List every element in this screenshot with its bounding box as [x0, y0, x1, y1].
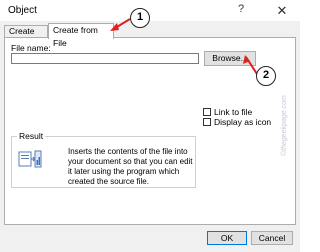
close-icon[interactable]: ✕ — [272, 2, 292, 20]
tab-create-from-file[interactable]: Create from File — [48, 23, 114, 48]
result-description: Inserts the contents of the file into yo… — [68, 147, 193, 186]
result-group: Result Inserts the contents of the file … — [11, 131, 196, 188]
browse-button[interactable]: Browse... — [204, 51, 256, 66]
insert-file-icon — [18, 150, 42, 168]
watermark: ©thegeekpage.com — [281, 95, 288, 156]
ok-button[interactable]: OK — [207, 231, 247, 245]
help-icon[interactable]: ? — [238, 3, 244, 15]
display-as-icon-checkbox[interactable]: Display as icon — [203, 118, 271, 128]
file-name-label: File name: — [11, 43, 51, 53]
tab-create-new[interactable]: Create New — [4, 25, 48, 47]
title-bar: Object ? ✕ — [0, 0, 300, 22]
step-1-badge: 1 — [130, 8, 150, 28]
checkbox-box[interactable] — [203, 108, 211, 116]
file-name-input[interactable] — [11, 53, 199, 64]
cancel-button[interactable]: Cancel — [251, 231, 293, 245]
window-title: Object — [8, 5, 37, 16]
checkbox-box[interactable] — [203, 118, 211, 126]
result-label: Result — [17, 131, 46, 141]
display-as-icon-label: Display as icon — [214, 117, 272, 127]
step-2-badge: 2 — [256, 66, 276, 86]
tab-panel: File name: Browse... Link to file Displa… — [4, 37, 296, 225]
link-to-file-label: Link to file — [214, 107, 253, 117]
dialog-body: Create New Create from File File name: B… — [0, 22, 300, 252]
